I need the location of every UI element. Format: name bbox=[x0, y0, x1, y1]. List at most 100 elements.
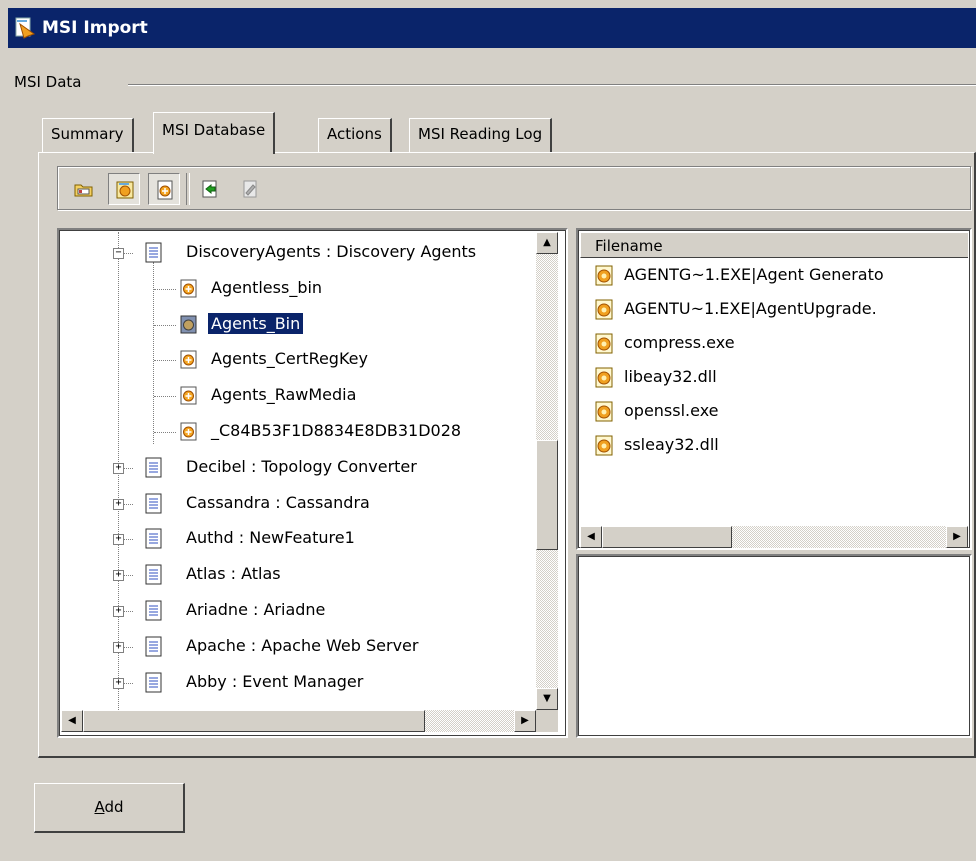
expand-toggle[interactable]: + bbox=[113, 606, 124, 617]
expand-toggle[interactable]: + bbox=[113, 498, 124, 510]
tree-item-label: Atlas : Atlas bbox=[186, 564, 281, 584]
tab-label: Summary bbox=[51, 125, 124, 143]
tree-item-component[interactable]: Agents_RawMedia bbox=[61, 381, 536, 413]
file-name: AGENTG~1.EXE|Agent Generato bbox=[624, 265, 884, 284]
file-list[interactable]: Filename AGENTG~1.EXE|Agent Generato AGEN… bbox=[576, 228, 972, 550]
expand-toggle[interactable]: + bbox=[113, 677, 124, 689]
component-selected-icon bbox=[180, 315, 197, 334]
export-button[interactable] bbox=[194, 173, 226, 205]
tree-item-component[interactable]: Agents_Bin bbox=[61, 310, 536, 342]
component-icon bbox=[180, 279, 197, 298]
component-icon bbox=[180, 350, 197, 369]
tree-item-label: Agents_CertRegKey bbox=[211, 349, 368, 369]
tree-item-label: Agents_RawMedia bbox=[211, 385, 357, 405]
tree-item-label: Apache : Apache Web Server bbox=[186, 635, 419, 655]
file-name: openssl.exe bbox=[624, 401, 719, 420]
file-icon bbox=[595, 333, 613, 354]
tree-item-feature[interactable]: + Decibel : Topology Converter bbox=[61, 453, 536, 485]
toolbar bbox=[57, 166, 971, 210]
scroll-right-button[interactable]: ▶ bbox=[514, 710, 536, 732]
tree-item-label: Authd : NewFeature1 bbox=[186, 528, 355, 548]
window-title: MSI Import bbox=[42, 18, 148, 38]
collapse-toggle[interactable]: − bbox=[113, 248, 124, 259]
tree-content: − DiscoveryAgents : Discovery Agents Agent… bbox=[61, 232, 536, 710]
file-list-scroll-thumb[interactable] bbox=[602, 526, 732, 548]
tree-connector bbox=[154, 432, 176, 434]
component-icon bbox=[180, 386, 197, 405]
add-button-label: Add bbox=[94, 798, 124, 816]
scroll-left-button[interactable]: ◀ bbox=[61, 710, 83, 732]
file-rows: AGENTG~1.EXE|Agent Generato AGENTU~1.EXE|… bbox=[578, 260, 970, 510]
tree-connector bbox=[154, 396, 176, 398]
properties-icon bbox=[243, 180, 257, 198]
file-name: compress.exe bbox=[624, 333, 735, 352]
tree-item-feature[interactable]: + Authd : NewFeature1 bbox=[61, 524, 536, 556]
scroll-down-button[interactable]: ▼ bbox=[536, 688, 558, 710]
tab-msi-database[interactable]: MSI Database bbox=[153, 112, 276, 154]
group-label: MSI Data bbox=[14, 73, 88, 91]
feature-icon bbox=[145, 242, 162, 263]
tab-msi-reading-log[interactable]: MSI Reading Log bbox=[409, 118, 553, 152]
component-icon bbox=[180, 422, 197, 441]
expand-toggle[interactable]: + bbox=[113, 641, 124, 653]
features-tree[interactable]: − DiscoveryAgents : Discovery Agents Agent… bbox=[57, 228, 568, 738]
tree-item-feature[interactable]: + Apache : Apache Web Server bbox=[61, 632, 536, 664]
expand-toggle[interactable]: + bbox=[113, 570, 124, 582]
scroll-right-button[interactable]: ▶ bbox=[946, 526, 968, 548]
details-pane[interactable] bbox=[576, 554, 972, 738]
file-icon bbox=[595, 401, 613, 422]
tree-item-label: Decibel : Topology Converter bbox=[186, 456, 417, 476]
tree-item-label: Ariadne : Ariadne bbox=[186, 600, 326, 619]
tree-item-label: Agents_Bin bbox=[206, 311, 305, 335]
tree-item-feature[interactable]: + Abby : Event Manager bbox=[61, 668, 536, 700]
tree-connector bbox=[154, 360, 176, 362]
file-icon bbox=[595, 265, 613, 286]
files-icon bbox=[157, 180, 173, 200]
msi-import-icon bbox=[14, 16, 38, 40]
feature-icon bbox=[145, 600, 162, 621]
expand-toggle[interactable]: + bbox=[113, 534, 124, 546]
components-button[interactable] bbox=[108, 173, 140, 205]
components-icon bbox=[116, 181, 134, 199]
feature-icon bbox=[145, 564, 162, 585]
tab-actions[interactable]: Actions bbox=[318, 118, 392, 152]
tree-item-component[interactable]: Agents_CertRegKey bbox=[61, 345, 536, 377]
tree-item-feature[interactable]: + Atlas : Atlas bbox=[61, 560, 536, 592]
file-icon bbox=[595, 367, 613, 388]
tree-item-feature[interactable]: − DiscoveryAgents : Discovery Agents bbox=[61, 238, 536, 270]
file-icon bbox=[595, 299, 613, 320]
scroll-corner bbox=[536, 710, 558, 732]
tree-horizontal-scroll-thumb[interactable] bbox=[83, 710, 425, 732]
tree-item-label: Agentless_bin bbox=[211, 277, 323, 297]
tree-item-component[interactable]: Agentless_bin bbox=[61, 274, 536, 306]
feature-icon bbox=[145, 672, 162, 693]
expand-toggle[interactable]: + bbox=[113, 462, 124, 474]
tree-item-feature[interactable]: + Cassandra : Cassandra bbox=[61, 489, 536, 521]
tree-item-component[interactable]: _C84B53F1D8834E8DB31D028 bbox=[61, 417, 536, 449]
feature-icon bbox=[145, 636, 162, 657]
group-divider bbox=[128, 84, 976, 86]
export-icon bbox=[202, 180, 217, 198]
tab-label: Actions bbox=[327, 125, 382, 143]
properties-button[interactable] bbox=[234, 173, 266, 205]
file-icon bbox=[595, 435, 613, 456]
tree-item-label: Cassandra : Cassandra bbox=[186, 492, 370, 512]
tab-label: MSI Database bbox=[162, 121, 266, 139]
file-name: AGENTU~1.EXE|AgentUpgrade. bbox=[624, 299, 877, 318]
tree-item-feature[interactable]: + Ariadne : Ariadne bbox=[61, 596, 536, 628]
tab-label: MSI Reading Log bbox=[418, 125, 543, 143]
tab-summary[interactable]: Summary bbox=[42, 118, 134, 152]
files-button[interactable] bbox=[148, 173, 180, 205]
tree-vertical-scroll-thumb[interactable] bbox=[536, 440, 558, 550]
tree-item-label: DiscoveryAgents : Discovery Agents bbox=[186, 242, 477, 261]
column-header-filename[interactable]: Filename bbox=[580, 232, 968, 258]
scroll-up-button[interactable]: ▲ bbox=[536, 232, 558, 254]
title-bar[interactable]: MSI Import bbox=[8, 8, 976, 48]
open-database-button[interactable] bbox=[68, 173, 100, 205]
file-name: libeay32.dll bbox=[624, 367, 717, 386]
open-database-icon bbox=[74, 184, 93, 197]
feature-icon bbox=[145, 457, 162, 478]
add-button[interactable]: Add bbox=[34, 783, 185, 833]
feature-icon bbox=[145, 493, 162, 514]
scroll-left-button[interactable]: ◀ bbox=[580, 526, 602, 548]
